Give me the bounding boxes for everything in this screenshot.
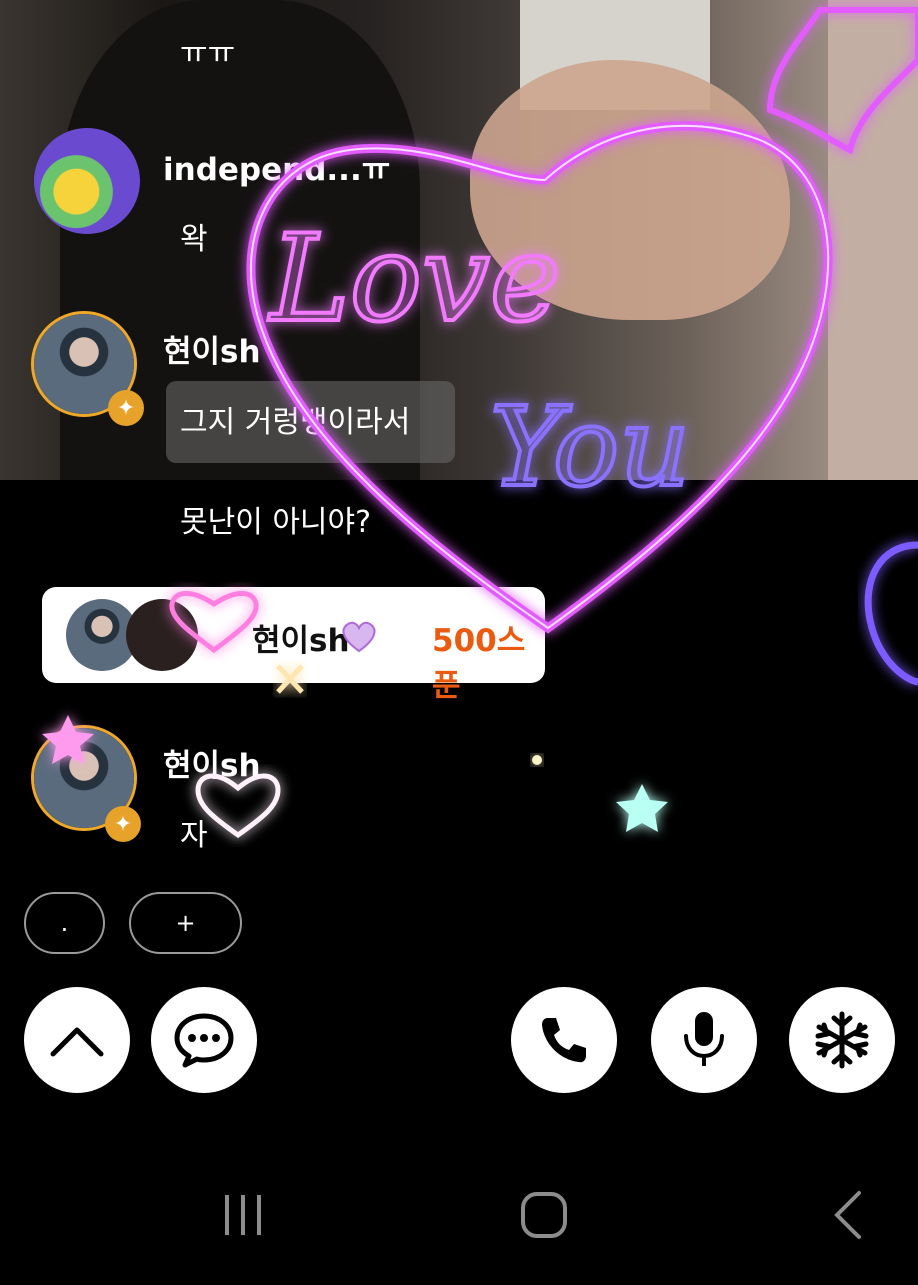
chat-message: 못난이 아니야? (180, 505, 372, 540)
avatar[interactable] (34, 128, 140, 234)
call-button[interactable] (511, 987, 617, 1093)
back-button[interactable] (826, 1185, 868, 1245)
microphone-icon (684, 1012, 724, 1066)
chat-message: 왁 (180, 222, 208, 257)
fan-badge-icon: ✦ (105, 806, 141, 842)
chat-username[interactable]: 현이sh (163, 326, 261, 371)
chat-button[interactable] (151, 987, 257, 1093)
gift-sender-name: 현이sh (252, 623, 350, 659)
chat-message: ㅠㅠ (180, 36, 236, 71)
quick-chat-add-button[interactable]: + (129, 892, 242, 954)
phone-icon (542, 1018, 586, 1063)
chat-bubble-icon (174, 1013, 234, 1068)
fan-badge-icon: ✦ (108, 390, 144, 426)
neon-balloon-icon (864, 541, 918, 686)
sparkle-dot (532, 755, 542, 765)
chevron-up-icon (50, 1027, 104, 1057)
chat-message: 자 (180, 818, 208, 853)
quick-chat-dot-button[interactable]: . (24, 892, 105, 954)
recent-apps-icon (224, 1195, 261, 1235)
heart-gift-icon (342, 621, 376, 653)
snowflake-icon (815, 1011, 869, 1069)
chat-username[interactable]: independ...ㅠ (163, 144, 390, 189)
home-button[interactable] (516, 1185, 572, 1245)
chat-username[interactable]: 현이sh (163, 740, 261, 785)
video-hand (470, 60, 790, 320)
home-icon (521, 1192, 567, 1238)
star-icon (616, 784, 668, 832)
freeze-button[interactable] (789, 987, 895, 1093)
gift-notification: 현이sh 500스푼 (42, 587, 545, 704)
gift-amount: 500스푼 (432, 623, 526, 704)
mic-button[interactable] (651, 987, 757, 1093)
chat-message: 그지 거렁뱅이라서 (180, 405, 411, 440)
video-wall (828, 0, 918, 480)
back-icon (834, 1191, 861, 1239)
gift-receiver-avatar (126, 599, 198, 671)
recent-apps-button[interactable] (215, 1185, 270, 1245)
expand-button[interactable] (24, 987, 130, 1093)
